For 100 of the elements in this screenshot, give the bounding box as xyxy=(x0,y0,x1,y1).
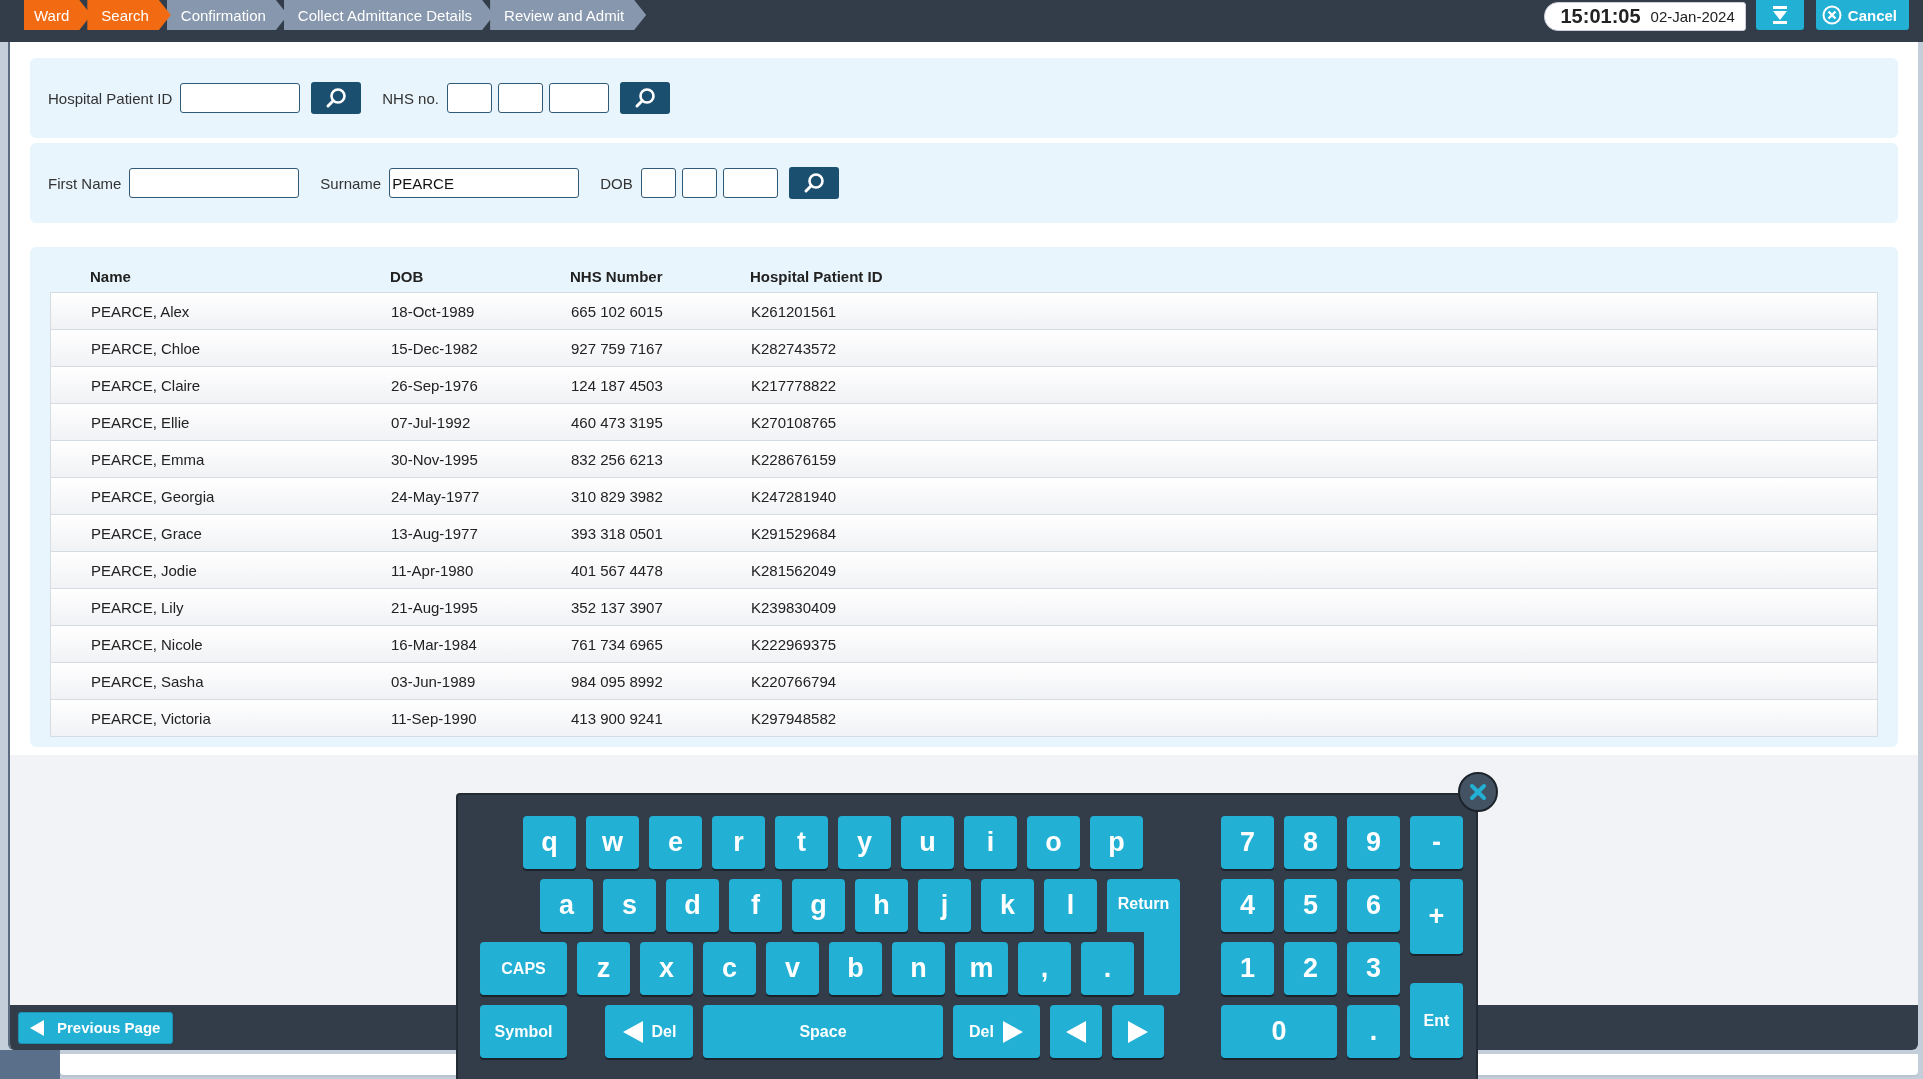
keyboard-key[interactable]: . xyxy=(1347,1005,1400,1058)
keyboard-key[interactable]: u xyxy=(901,816,954,869)
keyboard-key[interactable]: b xyxy=(829,942,882,995)
keyboard-key[interactable]: m xyxy=(955,942,1008,995)
table-cell-text: 761 734 6965 xyxy=(571,635,664,653)
text-field[interactable] xyxy=(722,168,778,198)
search-button[interactable] xyxy=(788,167,839,199)
keyboard-key[interactable]: l xyxy=(1044,879,1097,932)
patient-row[interactable]: PEARCE, Alex 18-Oct-1989 665 102 6015 K261201561 xyxy=(50,292,1878,329)
table-cell-text: 832 256 6213 xyxy=(571,450,664,468)
keyboard-key[interactable]: 2 xyxy=(1284,942,1337,995)
previous-page-button[interactable]: Previous Page xyxy=(18,1011,174,1044)
text-field[interactable] xyxy=(180,83,301,113)
breadcrumb-step[interactable]: Review and Admit xyxy=(490,0,647,30)
keyboard-key[interactable]: . xyxy=(1081,942,1134,995)
column-header: NHS Number xyxy=(570,268,664,285)
field-label: NHS no. xyxy=(382,89,439,107)
keyboard-key[interactable]: 8 xyxy=(1284,816,1337,869)
table-cell-text: PEARCE, Jodie xyxy=(91,561,198,579)
text-field[interactable]: PEARCE xyxy=(389,168,580,198)
keyboard-key[interactable]: 7 xyxy=(1221,816,1274,869)
text-field[interactable] xyxy=(548,83,609,113)
cancel-button[interactable]: Cancel xyxy=(1815,0,1909,30)
keyboard-key[interactable]: f xyxy=(729,879,782,932)
text-field[interactable] xyxy=(497,83,543,113)
search-icon xyxy=(633,87,656,109)
table-cell-text: K281562049 xyxy=(751,561,838,579)
keyboard-key[interactable]: s xyxy=(603,879,656,932)
keyboard-key[interactable]: CAPS xyxy=(480,942,567,995)
patient-row[interactable]: PEARCE, Grace 13-Aug-1977 393 318 0501 K291529684 xyxy=(50,514,1878,551)
clock-time: 15:01:05 xyxy=(1560,5,1641,28)
table-cell-text: 21-Aug-1995 xyxy=(391,598,479,616)
table-cell-text: 413 900 9241 xyxy=(571,709,664,727)
text-field[interactable] xyxy=(681,168,717,198)
keyboard-key[interactable]: k xyxy=(981,879,1034,932)
keyboard-key[interactable]: c xyxy=(703,942,756,995)
keyboard-key[interactable]: 0 xyxy=(1221,1005,1337,1058)
keyboard-key[interactable]: h xyxy=(855,879,908,932)
left-triangle-icon xyxy=(1065,1019,1087,1044)
column-header: DOB xyxy=(390,268,425,285)
keyboard-key[interactable]: j xyxy=(918,879,971,932)
keyboard-key[interactable]: q xyxy=(523,816,576,869)
keyboard-key[interactable]: Del xyxy=(953,1005,1040,1058)
keyboard-key[interactable]: i xyxy=(964,816,1017,869)
patient-row[interactable]: PEARCE, Nicole 16-Mar-1984 761 734 6965 K222969375 xyxy=(50,625,1878,662)
text-field[interactable] xyxy=(129,168,300,198)
patient-row[interactable]: PEARCE, Victoria 11-Sep-1990 413 900 9241 K297948582 xyxy=(50,699,1878,737)
patient-row[interactable]: PEARCE, Lily 21-Aug-1995 352 137 3907 K239830409 xyxy=(50,588,1878,625)
field-label: DOB xyxy=(600,174,633,192)
keyboard-key[interactable]: Symbol xyxy=(480,1005,567,1058)
keyboard-key[interactable]: 5 xyxy=(1284,879,1337,932)
keyboard-key[interactable]: r xyxy=(712,816,765,869)
field-label: Surname xyxy=(320,174,382,192)
text-field[interactable] xyxy=(446,83,492,113)
field-label: First Name xyxy=(48,174,122,192)
patient-row[interactable]: PEARCE, Georgia 24-May-1977 310 829 3982 K247281940 xyxy=(50,477,1878,514)
patient-row[interactable]: PEARCE, Sasha 03-Jun-1989 984 095 8992 K220766794 xyxy=(50,662,1878,699)
keyboard-key[interactable]: 4 xyxy=(1221,879,1274,932)
search-button[interactable] xyxy=(311,82,362,114)
keyboard-key[interactable]: p xyxy=(1090,816,1143,869)
table-cell-text: 352 137 3907 xyxy=(571,598,664,616)
table-cell-text: 984 095 8992 xyxy=(571,672,664,690)
keyboard-key[interactable]: , xyxy=(1018,942,1071,995)
search-button[interactable] xyxy=(619,82,670,114)
keyboard-key[interactable]: z xyxy=(577,942,630,995)
right-arrow-key[interactable] xyxy=(1112,1005,1164,1058)
keyboard-key[interactable]: 9 xyxy=(1347,816,1400,869)
patient-row[interactable]: PEARCE, Claire 26-Sep-1976 124 187 4503 K217778822 xyxy=(50,366,1878,403)
keyboard-key[interactable]: g xyxy=(792,879,845,932)
table-cell-text: 15-Dec-1982 xyxy=(391,339,479,357)
keyboard-key[interactable]: e xyxy=(649,816,702,869)
keyboard-key[interactable]: y xyxy=(838,816,891,869)
patient-row[interactable]: PEARCE, Emma 30-Nov-1995 832 256 6213 K228676159 xyxy=(50,440,1878,477)
keyboard-key[interactable]: 6 xyxy=(1347,879,1400,932)
keyboard-key[interactable]: Space xyxy=(703,1005,943,1058)
keyboard-key[interactable]: v xyxy=(766,942,819,995)
breadcrumb-step[interactable]: Search xyxy=(87,0,171,30)
download-button[interactable] xyxy=(1755,0,1804,30)
keyboard-key[interactable]: Ent xyxy=(1410,983,1463,1058)
keyboard-key[interactable]: d xyxy=(666,879,719,932)
keyboard-key[interactable]: + xyxy=(1410,879,1463,954)
keyboard-key[interactable]: - xyxy=(1410,816,1463,869)
text-field[interactable] xyxy=(640,168,676,198)
keyboard-key[interactable]: o xyxy=(1027,816,1080,869)
keyboard-key[interactable]: t xyxy=(775,816,828,869)
patient-row[interactable]: PEARCE, Jodie 11-Apr-1980 401 567 4478 K281562049 xyxy=(50,551,1878,588)
table-cell-text: PEARCE, Ellie xyxy=(91,413,191,431)
table-cell-text: 03-Jun-1989 xyxy=(391,672,477,690)
left-arrow-key[interactable] xyxy=(1050,1005,1102,1058)
side-panel xyxy=(0,1050,60,1079)
keyboard-key[interactable]: a xyxy=(540,879,593,932)
keyboard-key[interactable]: w xyxy=(586,816,639,869)
keyboard-key[interactable]: 1 xyxy=(1221,942,1274,995)
keyboard-key[interactable]: x xyxy=(640,942,693,995)
keyboard-key[interactable]: Del xyxy=(605,1005,693,1058)
patient-row[interactable]: PEARCE, Ellie 07-Jul-1992 460 473 3195 K270108765 xyxy=(50,403,1878,440)
keyboard-key[interactable]: 3 xyxy=(1347,942,1400,995)
table-cell-text: 393 318 0501 xyxy=(571,524,664,542)
patient-row[interactable]: PEARCE, Chloe 15-Dec-1982 927 759 7167 K282743572 xyxy=(50,329,1878,366)
keyboard-key[interactable]: n xyxy=(892,942,945,995)
